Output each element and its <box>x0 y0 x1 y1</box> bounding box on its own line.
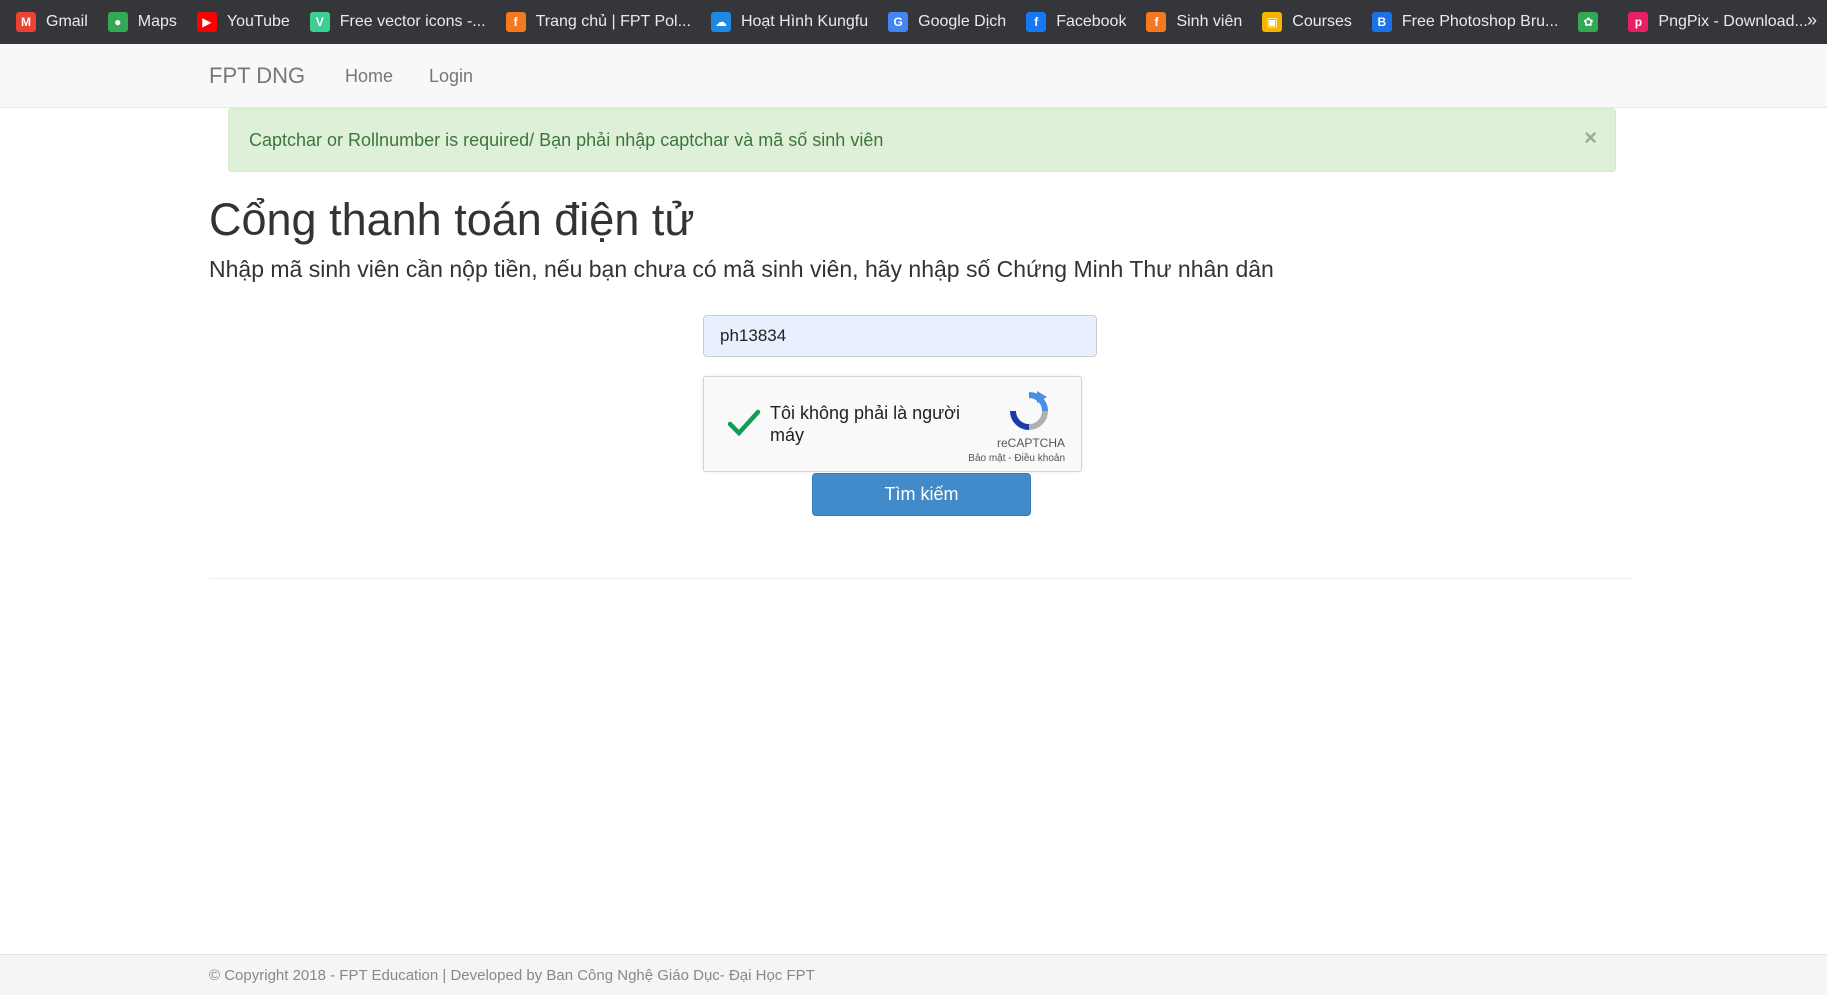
recaptcha-links[interactable]: Bảo mật - Điều khoản <box>968 453 1065 464</box>
bookmark-label: Trang chủ | FPT Pol... <box>535 13 691 30</box>
page-title: Cổng thanh toán điện tử <box>209 194 695 245</box>
courses-icon: ▣ <box>1262 12 1283 32</box>
nav-link-login[interactable]: Login <box>429 66 473 87</box>
recaptcha-widget: Tôi không phải là người máy reCAPTCHA Bả… <box>703 376 1082 472</box>
cloud-icon: ☁ <box>710 12 731 32</box>
bookmark-label: PngPix - Download... <box>1658 13 1808 30</box>
bookmark-item[interactable]: ▶ YouTube <box>196 12 290 32</box>
bookmark-item[interactable]: V Free vector icons -... <box>309 12 486 32</box>
bookmark-label: YouTube <box>226 13 290 30</box>
bookmark-item[interactable]: ☁ Hoạt Hình Kungfu <box>710 12 869 32</box>
pngpix-icon: p <box>1628 12 1649 32</box>
alert-required: Captchar or Rollnumber is required/ Bạn … <box>228 108 1616 172</box>
fpt-icon: f <box>505 12 526 32</box>
bookmark-label: Facebook <box>1056 13 1127 30</box>
bookmark-item[interactable]: G Google Dịch <box>888 12 1006 32</box>
facebook-icon: f <box>1026 12 1047 32</box>
bookmark-label: Maps <box>137 13 177 30</box>
bookmark-item[interactable]: ▣ Courses <box>1262 12 1352 32</box>
bookmark-label: Courses <box>1292 13 1352 30</box>
recaptcha-logo-icon <box>1010 391 1048 430</box>
close-icon[interactable]: × <box>1584 127 1597 149</box>
bookmarks-bar: M Gmail ● Maps ▶ YouTube V Free vector icons -.… <box>0 0 1827 44</box>
bookmark-item[interactable]: B Free Photoshop Bru... <box>1371 12 1559 32</box>
youtube-icon: ▶ <box>196 12 217 32</box>
search-button[interactable]: Tìm kiếm <box>812 473 1031 516</box>
recaptcha-brand: reCAPTCHA <box>996 436 1065 450</box>
divider <box>209 578 1633 579</box>
bookmark-label: Hoạt Hình Kungfu <box>740 13 869 30</box>
gmail-icon: M <box>16 12 36 32</box>
footer-copyright: © Copyright 2018 - FPT Education | Devel… <box>209 967 815 984</box>
flaticon-icon: V <box>309 12 330 32</box>
bookmark-label: Gmail <box>46 13 88 30</box>
google-ecosystem-icon: ✿ <box>1578 12 1599 32</box>
footer: © Copyright 2018 - FPT Education | Devel… <box>0 954 1827 995</box>
google-translate-icon: G <box>888 12 909 32</box>
bookmark-item[interactable]: f Trang chủ | FPT Pol... <box>505 12 691 32</box>
bookmark-item[interactable]: ● Maps <box>107 12 177 32</box>
maps-pin-icon: ● <box>107 12 128 32</box>
checkmark-icon[interactable] <box>724 403 764 443</box>
navbar-brand[interactable]: FPT DNG <box>209 63 305 89</box>
fpt-icon: f <box>1146 12 1167 32</box>
bookmark-label: Free vector icons -... <box>339 13 486 30</box>
page-subtitle: Nhập mã sinh viên cần nộp tiền, nếu bạn … <box>209 256 1274 282</box>
alert-message: Captchar or Rollnumber is required/ Bạn … <box>249 130 884 150</box>
bookmark-label: Sinh viên <box>1176 13 1243 30</box>
bookmark-item[interactable]: p PngPix - Download... <box>1628 12 1808 32</box>
bookmarks-overflow-button[interactable]: » <box>1807 10 1817 31</box>
bookmark-label: Google Dịch <box>918 13 1007 30</box>
bookmark-item[interactable]: f Facebook <box>1026 12 1126 32</box>
rollnumber-input[interactable]: ph13834 <box>703 315 1097 357</box>
navbar: FPT DNG Home Login <box>0 44 1827 108</box>
recaptcha-label: Tôi không phải là người máy <box>770 403 960 445</box>
bookmark-label: Free Photoshop Bru... <box>1401 13 1559 30</box>
bookmark-item[interactable]: M Gmail <box>16 12 88 32</box>
bookmark-item[interactable]: f Sinh viên <box>1146 12 1242 32</box>
bookmark-item[interactable]: ✿ <box>1578 12 1608 32</box>
nav-link-home[interactable]: Home <box>345 66 393 87</box>
brusheezy-icon: B <box>1371 12 1392 32</box>
